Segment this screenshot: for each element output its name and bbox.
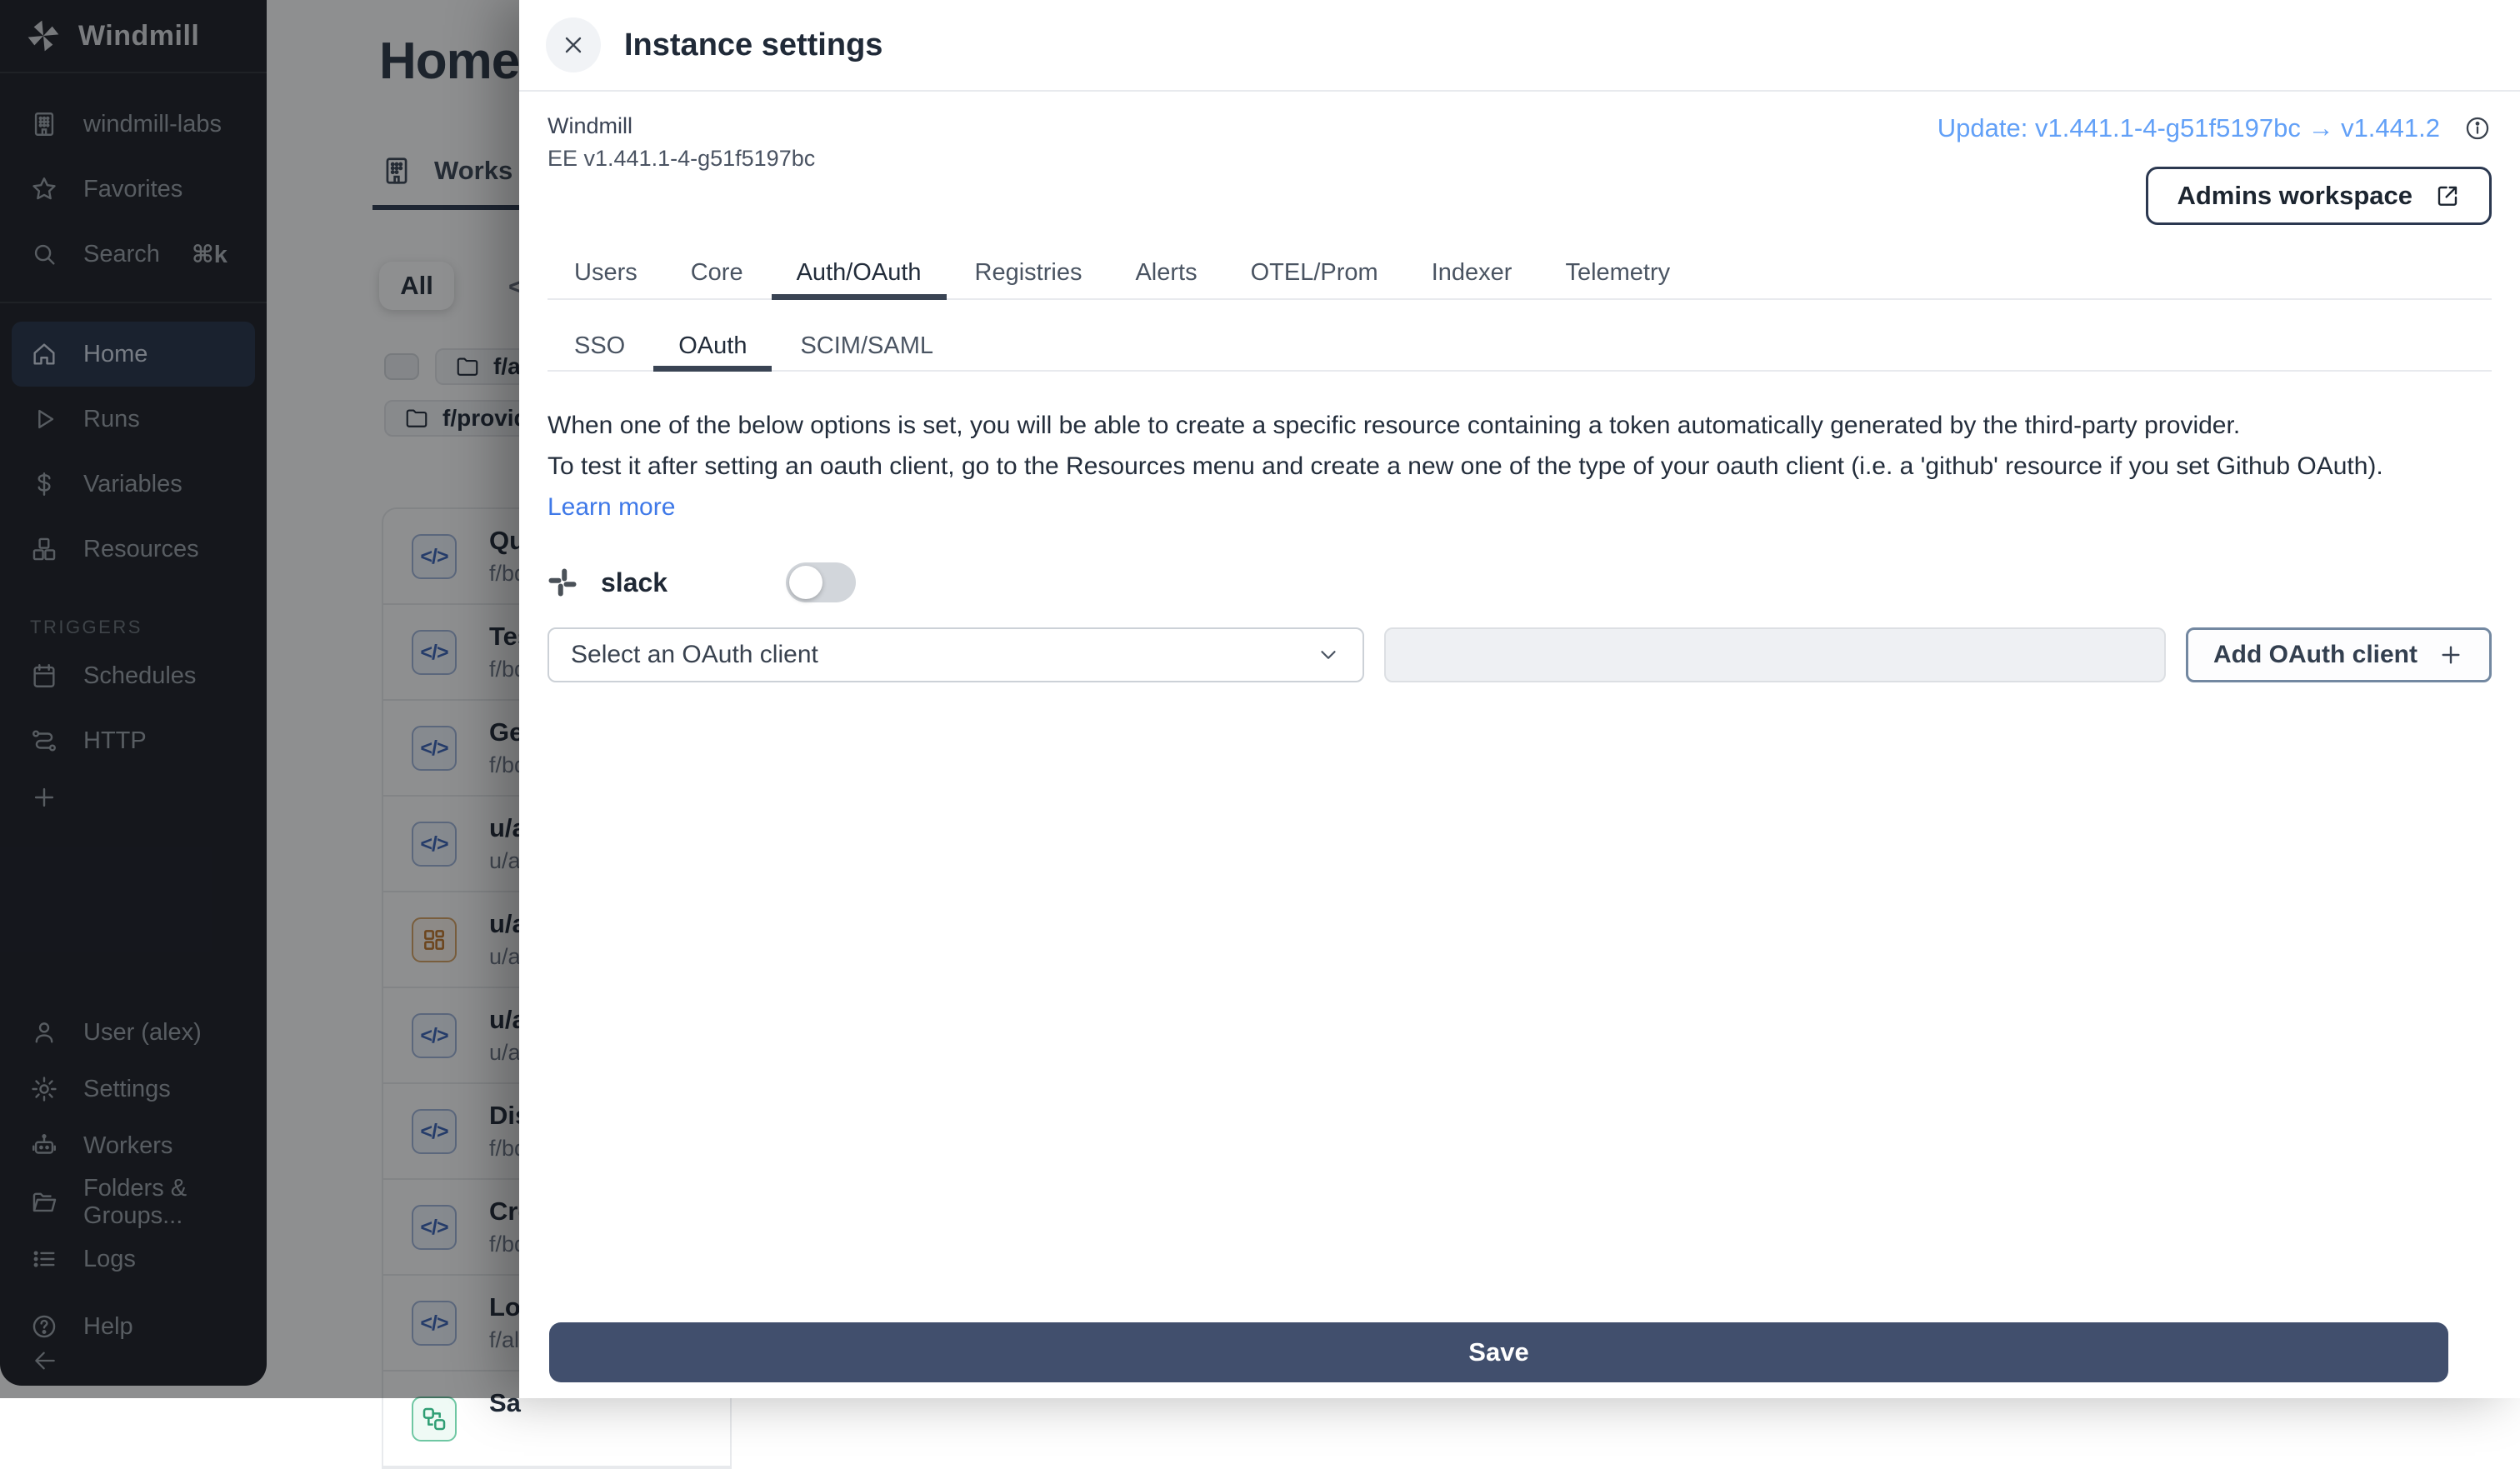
tab-users[interactable]: Users <box>548 247 664 298</box>
subtab-scim-saml[interactable]: SCIM/SAML <box>773 322 960 370</box>
add-oauth-client-label: Add OAuth client <box>2213 641 2418 669</box>
instance-version: EE v1.441.1-4-g51f5197bc <box>548 146 815 172</box>
tab-alerts[interactable]: Alerts <box>1108 247 1223 298</box>
drawer-spacer <box>548 682 2492 1322</box>
description-line-2: To test it after setting an oauth client… <box>548 446 2492 487</box>
tab-telemetry[interactable]: Telemetry <box>1538 247 1697 298</box>
admins-workspace-button[interactable]: Admins workspace <box>2146 167 2492 225</box>
client-secret-input[interactable] <box>1384 627 2166 682</box>
tab-indexer[interactable]: Indexer <box>1405 247 1539 298</box>
close-icon <box>560 32 587 58</box>
tab-otel-prom[interactable]: OTEL/Prom <box>1224 247 1405 298</box>
plus-icon <box>2438 642 2464 668</box>
drawer-body: Windmill EE v1.441.1-4-g51f5197bc Update… <box>519 92 2520 1322</box>
info-icon[interactable] <box>2463 114 2492 142</box>
add-oauth-client-button[interactable]: Add OAuth client <box>2186 627 2492 682</box>
external-link-icon <box>2434 182 2461 209</box>
description-line-1: When one of the below options is set, yo… <box>548 405 2492 446</box>
instance-app-name: Windmill <box>548 113 815 139</box>
oauth-description: When one of the below options is set, yo… <box>548 405 2492 527</box>
subtab-sso[interactable]: SSO <box>548 322 652 370</box>
slack-provider-label: slack <box>601 567 668 598</box>
close-drawer-button[interactable] <box>546 17 601 72</box>
flow-icon <box>412 1397 457 1442</box>
update-row: Update: v1.441.1-4-g51f5197bc → v1.441.2 <box>1938 113 2492 143</box>
subtab-oauth[interactable]: OAuth <box>652 322 773 370</box>
slack-enabled-toggle[interactable] <box>786 562 856 602</box>
toggle-knob <box>789 566 822 599</box>
oauth-client-select[interactable]: Select an OAuth client <box>548 627 1364 682</box>
instance-meta-row: Windmill EE v1.441.1-4-g51f5197bc Update… <box>548 113 2492 225</box>
admins-workspace-label: Admins workspace <box>2177 181 2412 211</box>
auth-subtabs: SSO OAuth SCIM/SAML <box>548 322 2492 372</box>
update-version-link[interactable]: Update: v1.441.1-4-g51f5197bc → v1.441.2 <box>1938 113 2440 143</box>
instance-meta-right: Update: v1.441.1-4-g51f5197bc → v1.441.2… <box>1938 113 2492 225</box>
tab-registries[interactable]: Registries <box>948 247 1109 298</box>
oauth-client-controls: Select an OAuth client Add OAuth client <box>548 627 2492 682</box>
slack-icon <box>548 567 578 597</box>
learn-more-link[interactable]: Learn more <box>548 493 675 521</box>
tab-auth-oauth[interactable]: Auth/OAuth <box>770 247 948 298</box>
tab-core[interactable]: Core <box>664 247 770 298</box>
oauth-client-select-value: Select an OAuth client <box>571 641 818 669</box>
drawer-header: Instance settings <box>519 0 2520 92</box>
drawer-footer: Save <box>519 1322 2520 1398</box>
drawer-title: Instance settings <box>624 27 882 63</box>
save-button[interactable]: Save <box>549 1322 2448 1382</box>
settings-tabs: Users Core Auth/OAuth Registries Alerts … <box>548 247 2492 300</box>
instance-version-block: Windmill EE v1.441.1-4-g51f5197bc <box>548 113 815 172</box>
slack-provider-row: slack <box>548 562 2492 602</box>
chevron-down-icon <box>1316 642 1341 667</box>
instance-settings-drawer: Instance settings Windmill EE v1.441.1-4… <box>519 0 2520 1398</box>
